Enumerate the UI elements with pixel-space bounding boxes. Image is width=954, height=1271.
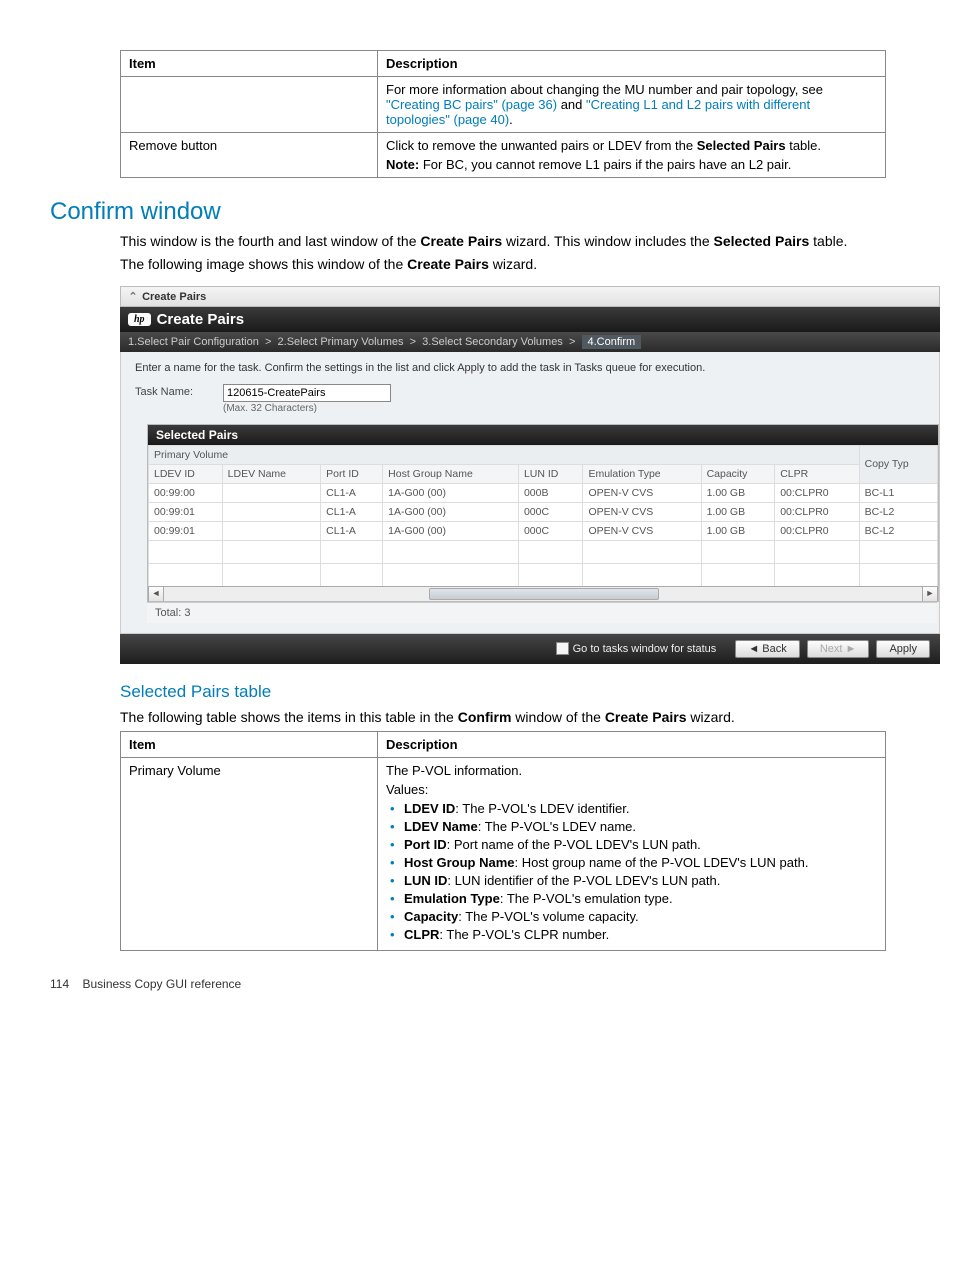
- window-title: Create Pairs: [142, 291, 206, 303]
- step-2: 2.Select Primary Volumes: [278, 336, 404, 348]
- th-item: Item: [121, 731, 378, 757]
- group-header-primary-volume: Primary Volume: [149, 445, 860, 464]
- list-item: Emulation Type: The P-VOL's emulation ty…: [404, 891, 877, 906]
- cell-item: [121, 77, 378, 133]
- selected-pairs-panel: Selected Pairs Primary Volume Copy Typ L…: [147, 424, 939, 602]
- page-number: 114: [50, 977, 69, 991]
- step-3: 3.Select Secondary Volumes: [422, 336, 563, 348]
- selected-pairs-reference-table: Item Description Primary Volume The P-VO…: [120, 731, 886, 951]
- table-row: Remove button Click to remove the unwant…: [121, 133, 886, 178]
- back-button[interactable]: ◄ Back: [735, 640, 799, 658]
- section-paragraph: The following image shows this window of…: [120, 255, 886, 274]
- goto-tasks-label: Go to tasks window for status: [573, 643, 717, 655]
- wizard-footer: Go to tasks window for status ◄ Back Nex…: [120, 634, 940, 664]
- create-pairs-screenshot: ⌃ Create Pairs hp Create Pairs 1.Select …: [120, 286, 940, 664]
- list-item: Capacity: The P-VOL's volume capacity.: [404, 909, 877, 924]
- table-row: For more information about changing the …: [121, 77, 886, 133]
- scroll-right-icon[interactable]: ►: [922, 586, 938, 602]
- section-title-confirm-window: Confirm window: [50, 198, 904, 226]
- list-item: Host Group Name: Host group name of the …: [404, 855, 877, 870]
- link-creating-bc-pairs[interactable]: "Creating BC pairs" (page 36): [386, 97, 557, 112]
- table-row[interactable]: 00:99:01CL1-A1A-G00 (00)000COPEN-V CVS1.…: [149, 502, 938, 521]
- goto-tasks-checkbox[interactable]: [556, 642, 569, 655]
- subsection-title-selected-pairs-table: Selected Pairs table: [120, 682, 904, 702]
- list-item: LUN ID: LUN identifier of the P-VOL LDEV…: [404, 873, 877, 888]
- table-row[interactable]: 00:99:01CL1-A1A-G00 (00)000COPEN-V CVS1.…: [149, 521, 938, 540]
- th-description: Description: [378, 51, 886, 77]
- selected-pairs-table: Primary Volume Copy Typ LDEV ID LDEV Nam…: [148, 445, 938, 587]
- table-row: Primary Volume The P-VOL information. Va…: [121, 757, 886, 950]
- apply-button[interactable]: Apply: [876, 640, 930, 658]
- col-ldev-name: LDEV Name: [222, 464, 320, 483]
- wizard-instruction: Enter a name for the task. Confirm the s…: [135, 362, 925, 374]
- dialog-titlebar: hp Create Pairs: [120, 307, 940, 332]
- table-row: [149, 563, 938, 586]
- section-paragraph: This window is the fourth and last windo…: [120, 232, 886, 251]
- window-titlebar: ⌃ Create Pairs: [120, 286, 940, 307]
- selected-pairs-title: Selected Pairs: [148, 425, 938, 445]
- list-item: CLPR: The P-VOL's CLPR number.: [404, 927, 877, 942]
- top-reference-table: Item Description For more information ab…: [120, 50, 886, 178]
- table-row: [149, 540, 938, 563]
- page-footer: 114 Business Copy GUI reference: [50, 977, 904, 991]
- cell-item: Primary Volume: [121, 757, 378, 950]
- list-item: LDEV ID: The P-VOL's LDEV identifier.: [404, 801, 877, 816]
- next-button[interactable]: Next ►: [807, 640, 870, 658]
- task-name-input[interactable]: [223, 384, 391, 402]
- list-item: Port ID: Port name of the P-VOL LDEV's L…: [404, 837, 877, 852]
- group-header-copy-type: Copy Typ: [859, 445, 937, 483]
- subsection-paragraph: The following table shows the items in t…: [120, 708, 886, 727]
- wizard-steps: 1.Select Pair Configuration > 2.Select P…: [120, 332, 940, 352]
- cell-description: Click to remove the unwanted pairs or LD…: [378, 133, 886, 178]
- step-4-active: 4.Confirm: [582, 335, 642, 349]
- col-emulation-type: Emulation Type: [583, 464, 701, 483]
- collapse-icon[interactable]: ⌃: [127, 290, 139, 303]
- table-row[interactable]: 00:99:00CL1-A1A-G00 (00)000BOPEN-V CVS1.…: [149, 483, 938, 502]
- scroll-track[interactable]: [164, 586, 922, 602]
- dialog-title: Create Pairs: [157, 311, 245, 328]
- col-ldev-id: LDEV ID: [149, 464, 223, 483]
- horizontal-scrollbar[interactable]: ◄ ►: [148, 587, 938, 601]
- cell-description: The P-VOL information. Values: LDEV ID: …: [378, 757, 886, 950]
- page-footer-text: Business Copy GUI reference: [82, 977, 241, 991]
- col-host-group: Host Group Name: [383, 464, 519, 483]
- task-name-hint: (Max. 32 Characters): [223, 403, 391, 414]
- hp-logo-icon: hp: [128, 313, 151, 326]
- step-1: 1.Select Pair Configuration: [128, 336, 259, 348]
- task-name-label: Task Name:: [135, 384, 205, 398]
- cell-item: Remove button: [121, 133, 378, 178]
- col-capacity: Capacity: [701, 464, 775, 483]
- th-description: Description: [378, 731, 886, 757]
- col-port-id: Port ID: [321, 464, 383, 483]
- col-lun-id: LUN ID: [518, 464, 583, 483]
- th-item: Item: [121, 51, 378, 77]
- cell-description: For more information about changing the …: [378, 77, 886, 133]
- scroll-left-icon[interactable]: ◄: [148, 586, 164, 602]
- list-item: LDEV Name: The P-VOL's LDEV name.: [404, 819, 877, 834]
- col-clpr: CLPR: [775, 464, 859, 483]
- scroll-thumb[interactable]: [429, 588, 658, 600]
- selected-pairs-total: Total: 3: [147, 602, 937, 623]
